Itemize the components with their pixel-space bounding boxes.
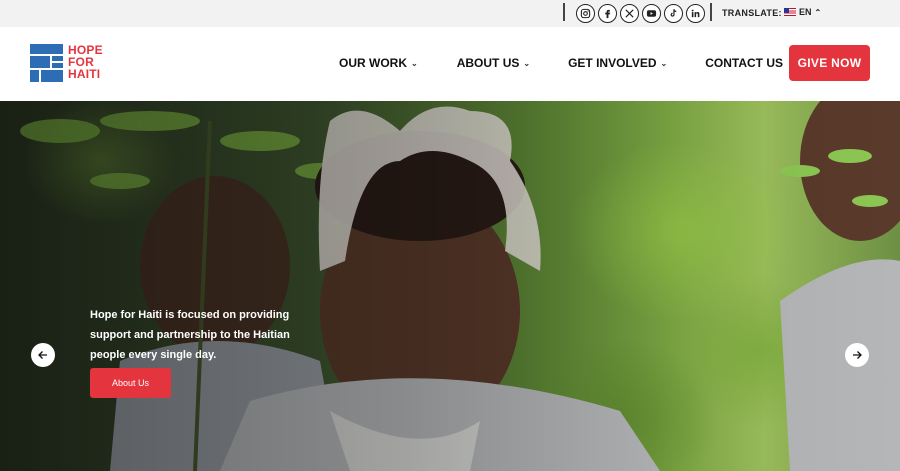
site-logo[interactable]: HOPE FOR HAITI — [30, 44, 103, 82]
linkedin-icon[interactable] — [686, 4, 705, 23]
nav-our-work[interactable]: OUR WORK ⌄ — [339, 56, 418, 70]
facebook-icon[interactable] — [598, 4, 617, 23]
logo-mark-icon — [30, 44, 63, 82]
chevron-down-icon: ⌄ — [523, 59, 531, 68]
social-links — [576, 4, 705, 23]
slider-next-button[interactable] — [845, 343, 869, 367]
about-us-button[interactable]: About Us — [90, 368, 171, 398]
chevron-down-icon: ⌄ — [660, 59, 668, 68]
youtube-icon[interactable] — [642, 4, 661, 23]
slider-prev-button[interactable] — [31, 343, 55, 367]
hero-overlay — [0, 101, 900, 471]
utility-bar: TRANSLATE: EN ⌃ — [0, 0, 900, 27]
main-nav: OUR WORK ⌄ ABOUT US ⌄ GET INVOLVED ⌄ CONTAC… — [339, 56, 783, 70]
hero-text: Hope for Haiti is focused on providing s… — [90, 309, 290, 361]
divider — [710, 3, 712, 21]
language-selector[interactable]: EN ⌃ — [784, 7, 821, 17]
divider — [563, 3, 565, 21]
x-icon[interactable] — [620, 4, 639, 23]
arrow-left-icon — [38, 351, 47, 359]
instagram-icon[interactable] — [576, 4, 595, 23]
language-code: EN — [799, 7, 812, 17]
nav-get-involved[interactable]: GET INVOLVED ⌄ — [568, 56, 667, 70]
chevron-down-icon: ⌄ — [411, 59, 418, 68]
chevron-up-icon: ⌃ — [814, 7, 822, 17]
site-header: HOPE FOR HAITI OUR WORK ⌄ ABOUT US ⌄ GET I… — [0, 27, 900, 101]
tiktok-icon[interactable] — [664, 4, 683, 23]
translate-label: TRANSLATE: — [722, 8, 782, 18]
give-now-button[interactable]: GIVE NOW — [789, 45, 870, 81]
us-flag-icon — [784, 8, 796, 16]
nav-contact-us[interactable]: CONTACT US — [705, 56, 783, 70]
arrow-right-icon — [853, 351, 862, 359]
nav-about-us[interactable]: ABOUT US ⌄ — [457, 56, 530, 70]
hero-slider: Hope for Haiti is focused on providing s… — [0, 101, 900, 471]
logo-text: HOPE FOR HAITI — [68, 43, 103, 81]
